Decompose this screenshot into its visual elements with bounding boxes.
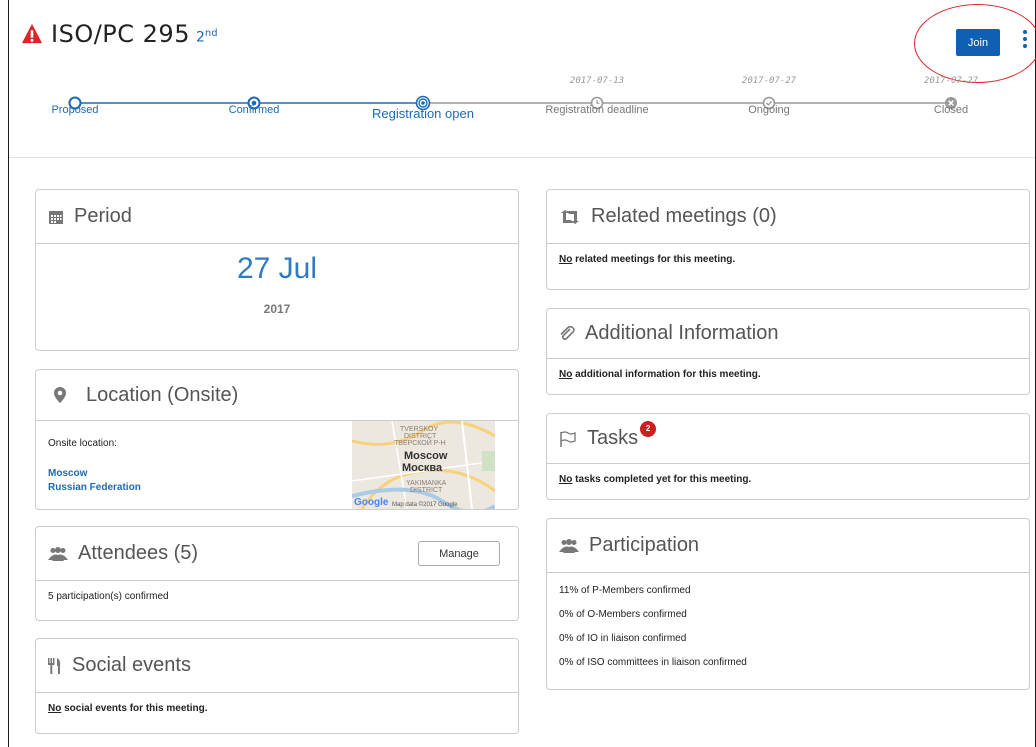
step-closed: 2017-07-27 Closed <box>881 76 1021 116</box>
onsite-label: Onsite location: <box>48 438 117 449</box>
additional-info-card: Additional Information No additional inf… <box>546 308 1030 395</box>
no-emphasis: No <box>559 474 573 485</box>
tasks-count-badge: 2 <box>640 420 657 437</box>
step-date <box>184 70 324 84</box>
attendees-title: Attendees (5) <box>78 542 199 564</box>
google-logo: Google <box>354 497 389 508</box>
map-district2: DISTRICT <box>404 433 437 440</box>
period-year: 2017 <box>263 302 291 316</box>
participation-body: 11% of P-Members confirmed 0% of O-Membe… <box>547 573 1029 691</box>
no-emphasis: No <box>559 254 573 265</box>
related-text: related meetings for this meeting. <box>572 254 736 265</box>
related-title: Related meetings (0) <box>591 205 777 227</box>
participation-card: Participation 11% of P-Members confirmed… <box>546 518 1030 690</box>
participation-line: 0% of O-Members confirmed <box>559 609 687 620</box>
social-title: Social events <box>72 654 191 676</box>
progress-steps: Proposed Confirmed Registration open 201… <box>9 70 1035 150</box>
step-label: Closed <box>933 104 969 116</box>
step-date: 2017-07-13 <box>569 76 625 86</box>
join-button[interactable]: Join <box>956 29 1000 56</box>
related-header: Related meetings (0) <box>547 190 1029 244</box>
step-label: Proposed <box>51 104 99 116</box>
map-marker-icon <box>54 387 66 403</box>
participation-line: 0% of IO in liaison confirmed <box>559 633 687 644</box>
location-details: Onsite location: Moscow Russian Federati… <box>48 438 141 495</box>
page-frame: ISO/PC 295 2nd Join Proposed Confirmed R… <box>8 0 1036 747</box>
location-title: Location (Onsite) <box>86 383 239 406</box>
ordinal-suffix: nd <box>204 28 218 40</box>
location-map[interactable]: TVERSKOY DISTRICT ТВЕРСКОЙ Р-Н Moscow Мо… <box>352 421 495 509</box>
additional-text: additional information for this meeting. <box>572 369 761 380</box>
tasks-text: tasks completed yet for this meeting. <box>572 474 752 485</box>
map-city-en: Moscow <box>404 450 448 462</box>
map-image: TVERSKOY DISTRICT ТВЕРСКОЙ Р-Н Moscow Мо… <box>352 421 495 509</box>
period-day: 27 Jul <box>236 252 318 285</box>
step-label: Confirmed <box>228 104 280 116</box>
paperclip-icon <box>559 325 575 342</box>
step-date <box>5 70 145 84</box>
social-body: No social events for this meeting. <box>36 693 518 724</box>
retweet-icon <box>559 209 581 224</box>
related-body: No related meetings for this meeting. <box>547 244 1029 275</box>
step-proposed: Proposed <box>5 70 145 116</box>
map-attribution: Map data ©2017 Google <box>392 501 458 508</box>
step-label: Registration open <box>372 106 474 121</box>
step-ongoing: 2017-07-27 Ongoing <box>699 76 839 116</box>
step-registration-open: Registration open <box>353 70 493 121</box>
map-district: TVERSKOY <box>400 426 438 433</box>
tasks-header: Tasks 2 <box>547 414 1029 464</box>
calendar-icon <box>48 209 64 225</box>
no-emphasis: No <box>559 369 573 380</box>
participation-line: 0% of ISO committees in liaison confirme… <box>559 657 747 668</box>
step-date: 2017-07-27 <box>741 76 797 86</box>
no-emphasis: No <box>48 703 62 714</box>
meeting-ordinal: 2nd <box>196 28 218 46</box>
tasks-title: Tasks <box>587 427 639 449</box>
period-title: Period <box>74 205 132 227</box>
city-link[interactable]: Moscow <box>48 467 141 481</box>
page-title: ISO/PC 295 <box>51 20 190 48</box>
users-icon <box>48 546 68 561</box>
additional-header: Additional Information <box>547 309 1029 359</box>
location-card: Location (Onsite) Onsite location: Mosco… <box>35 369 519 510</box>
step-confirmed: Confirmed <box>184 70 324 116</box>
map-yakimanka: YAKIMANKA <box>406 480 447 487</box>
location-header: Location (Onsite) <box>36 370 518 421</box>
participation-line: 11% of P-Members confirmed <box>559 585 691 596</box>
attendees-card: Attendees (5) Manage 5 participation(s) … <box>35 526 519 621</box>
step-label: Ongoing <box>748 104 790 116</box>
more-options-icon[interactable] <box>1021 30 1029 52</box>
meeting-header: ISO/PC 295 2nd Join Proposed Confirmed R… <box>9 0 1036 158</box>
social-text: social events for this meeting. <box>61 703 208 714</box>
tasks-body: No tasks completed yet for this meeting. <box>547 464 1029 495</box>
title-row: ISO/PC 295 2nd <box>21 20 218 48</box>
warning-icon <box>21 23 43 44</box>
attendees-body: 5 participation(s) confirmed <box>48 591 169 602</box>
additional-body: No additional information for this meeti… <box>547 359 1029 390</box>
period-header: Period <box>36 190 518 244</box>
map-city-ru: Москва <box>402 462 443 474</box>
participation-header: Participation <box>547 519 1029 573</box>
period-card: Period 27 Jul 2017 <box>35 189 519 351</box>
social-card: Social events No social events for this … <box>35 638 519 734</box>
tasks-card: Tasks 2 No tasks completed yet for this … <box>546 413 1030 500</box>
flag-icon <box>559 430 577 447</box>
step-registration-deadline: 2017-07-13 Registration deadline <box>527 76 667 116</box>
additional-title: Additional Information <box>585 322 779 344</box>
participation-title: Participation <box>589 534 700 556</box>
step-date: 2017-07-27 <box>923 76 979 86</box>
step-date <box>353 70 493 84</box>
map-district-ru: ТВЕРСКОЙ Р-Н <box>394 438 446 447</box>
country-link[interactable]: Russian Federation <box>48 481 141 495</box>
manage-button[interactable]: Manage <box>418 541 500 566</box>
map-yak-district: DISTRICT <box>410 487 443 494</box>
related-meetings-card: Related meetings (0) No related meetings… <box>546 189 1030 290</box>
step-label: Registration deadline <box>545 104 649 116</box>
users-icon <box>559 538 579 553</box>
cutlery-icon <box>48 657 62 674</box>
social-header: Social events <box>36 639 518 693</box>
ordinal-number: 2 <box>195 30 205 46</box>
